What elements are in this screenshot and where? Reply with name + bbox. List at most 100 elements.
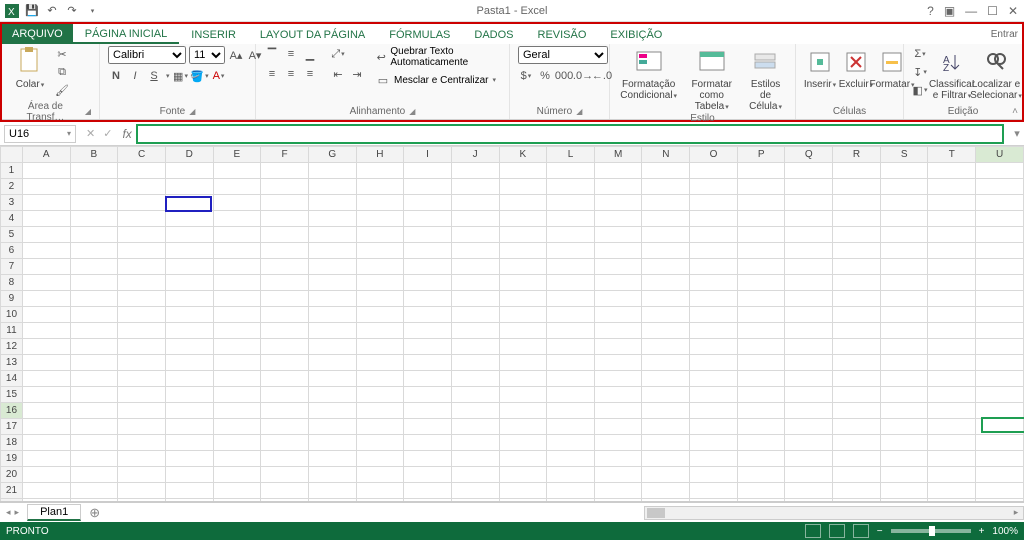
- cell-S20[interactable]: [880, 467, 928, 483]
- cell-H15[interactable]: [356, 387, 404, 403]
- underline-button[interactable]: S: [146, 68, 162, 84]
- cell-I5[interactable]: [404, 227, 452, 243]
- add-sheet-button[interactable]: ⊕: [89, 505, 100, 521]
- cell-J16[interactable]: [451, 403, 499, 419]
- select-all-corner[interactable]: [1, 147, 23, 163]
- cell-U17[interactable]: [976, 419, 1024, 435]
- cell-T17[interactable]: [928, 419, 976, 435]
- cell-E6[interactable]: [213, 243, 261, 259]
- cell-U2[interactable]: [976, 179, 1024, 195]
- cell-Q22[interactable]: [785, 499, 833, 503]
- cell-M12[interactable]: [594, 339, 642, 355]
- cell-G14[interactable]: [308, 371, 356, 387]
- cell-J15[interactable]: [451, 387, 499, 403]
- row-header-12[interactable]: 12: [1, 339, 23, 355]
- cell-G20[interactable]: [308, 467, 356, 483]
- increase-font-icon[interactable]: A▴: [228, 47, 244, 63]
- cell-K18[interactable]: [499, 435, 547, 451]
- cell-I11[interactable]: [404, 323, 452, 339]
- cell-I10[interactable]: [404, 307, 452, 323]
- cell-T15[interactable]: [928, 387, 976, 403]
- font-color-icon[interactable]: A▾: [211, 68, 227, 84]
- cell-K21[interactable]: [499, 483, 547, 499]
- cut-icon[interactable]: ✂: [54, 46, 70, 62]
- cell-I14[interactable]: [404, 371, 452, 387]
- cell-D20[interactable]: [165, 467, 213, 483]
- row-header-7[interactable]: 7: [1, 259, 23, 275]
- cell-F18[interactable]: [261, 435, 309, 451]
- row-header-5[interactable]: 5: [1, 227, 23, 243]
- cell-P9[interactable]: [737, 291, 785, 307]
- cell-I15[interactable]: [404, 387, 452, 403]
- cell-F15[interactable]: [261, 387, 309, 403]
- cell-J11[interactable]: [451, 323, 499, 339]
- accounting-format-icon[interactable]: $▾: [518, 68, 534, 84]
- cell-Q1[interactable]: [785, 163, 833, 179]
- cell-M22[interactable]: [594, 499, 642, 503]
- cell-R3[interactable]: [833, 195, 881, 211]
- row-header-2[interactable]: 2: [1, 179, 23, 195]
- cell-I19[interactable]: [404, 451, 452, 467]
- cell-H2[interactable]: [356, 179, 404, 195]
- cell-R2[interactable]: [833, 179, 881, 195]
- cell-M19[interactable]: [594, 451, 642, 467]
- cell-E17[interactable]: [213, 419, 261, 435]
- column-header-I[interactable]: I: [404, 147, 452, 163]
- cell-P8[interactable]: [737, 275, 785, 291]
- row-header-3[interactable]: 3: [1, 195, 23, 211]
- column-header-S[interactable]: S: [880, 147, 928, 163]
- cell-B20[interactable]: [70, 467, 118, 483]
- cell-S3[interactable]: [880, 195, 928, 211]
- cell-H8[interactable]: [356, 275, 404, 291]
- cell-Q13[interactable]: [785, 355, 833, 371]
- cell-B12[interactable]: [70, 339, 118, 355]
- cell-Q10[interactable]: [785, 307, 833, 323]
- cell-G7[interactable]: [308, 259, 356, 275]
- cell-C18[interactable]: [118, 435, 166, 451]
- cell-K22[interactable]: [499, 499, 547, 503]
- cell-F7[interactable]: [261, 259, 309, 275]
- tab-page-layout[interactable]: LAYOUT DA PÁGINA: [248, 24, 377, 44]
- cell-J18[interactable]: [451, 435, 499, 451]
- format-as-table-button[interactable]: Formatar como Tabela▾: [683, 46, 740, 113]
- cell-D17[interactable]: [165, 419, 213, 435]
- cell-J22[interactable]: [451, 499, 499, 503]
- cell-J4[interactable]: [451, 211, 499, 227]
- align-top-icon[interactable]: ▔: [264, 46, 280, 62]
- cell-R6[interactable]: [833, 243, 881, 259]
- cell-S17[interactable]: [880, 419, 928, 435]
- cell-L16[interactable]: [547, 403, 595, 419]
- cell-J14[interactable]: [451, 371, 499, 387]
- alignment-launcher-icon[interactable]: ◢: [409, 107, 415, 116]
- sort-filter-button[interactable]: AZ Classificar e Filtrar▾: [932, 46, 972, 102]
- cell-S1[interactable]: [880, 163, 928, 179]
- column-header-L[interactable]: L: [547, 147, 595, 163]
- cell-H9[interactable]: [356, 291, 404, 307]
- cell-K20[interactable]: [499, 467, 547, 483]
- cell-D18[interactable]: [165, 435, 213, 451]
- cell-M4[interactable]: [594, 211, 642, 227]
- cell-M13[interactable]: [594, 355, 642, 371]
- cell-E22[interactable]: [213, 499, 261, 503]
- column-header-J[interactable]: J: [451, 147, 499, 163]
- cell-M17[interactable]: [594, 419, 642, 435]
- row-header-6[interactable]: 6: [1, 243, 23, 259]
- cell-P21[interactable]: [737, 483, 785, 499]
- cell-R14[interactable]: [833, 371, 881, 387]
- name-box[interactable]: U16▾: [4, 125, 76, 143]
- cell-N19[interactable]: [642, 451, 690, 467]
- cell-P18[interactable]: [737, 435, 785, 451]
- cell-A22[interactable]: [22, 499, 70, 503]
- cell-I12[interactable]: [404, 339, 452, 355]
- minimize-icon[interactable]: —: [965, 4, 977, 18]
- cell-O16[interactable]: [690, 403, 738, 419]
- cell-I7[interactable]: [404, 259, 452, 275]
- cell-C12[interactable]: [118, 339, 166, 355]
- cell-K8[interactable]: [499, 275, 547, 291]
- cell-R16[interactable]: [833, 403, 881, 419]
- zoom-in-button[interactable]: +: [979, 526, 985, 537]
- cell-P1[interactable]: [737, 163, 785, 179]
- number-launcher-icon[interactable]: ◢: [576, 107, 582, 116]
- cell-Q4[interactable]: [785, 211, 833, 227]
- cell-E11[interactable]: [213, 323, 261, 339]
